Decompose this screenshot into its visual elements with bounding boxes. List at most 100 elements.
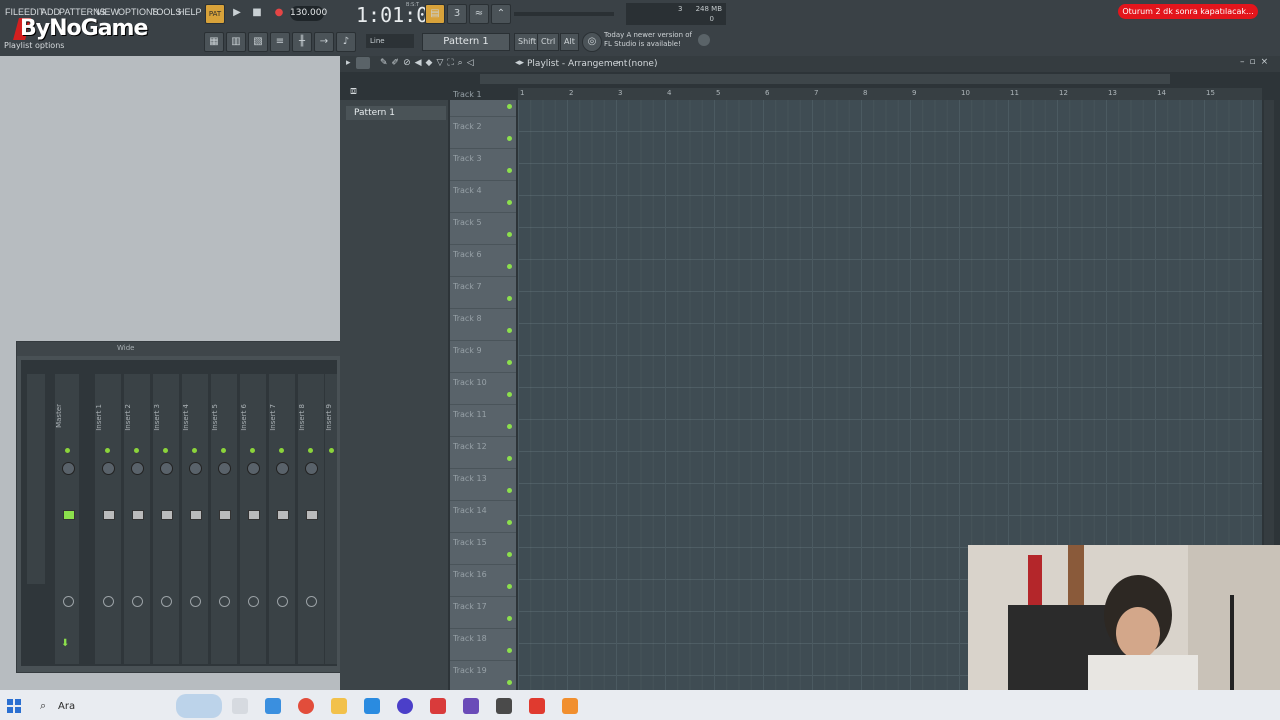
blend-notes-icon[interactable]: ⌃ bbox=[491, 4, 511, 24]
track-header[interactable]: Track 1 bbox=[450, 84, 516, 117]
microphone-icon[interactable]: ♪ bbox=[336, 32, 356, 52]
playlist-icon[interactable]: ▦ bbox=[204, 32, 224, 52]
send-icon[interactable] bbox=[277, 596, 288, 607]
send-icon[interactable] bbox=[306, 596, 317, 607]
mixer-header[interactable]: Wide bbox=[17, 342, 341, 356]
track-mute-led[interactable] bbox=[507, 648, 512, 653]
master-fader[interactable] bbox=[63, 510, 75, 520]
insert-led[interactable] bbox=[192, 448, 197, 453]
metronome-icon[interactable]: ▤ bbox=[425, 4, 445, 24]
master-pan-knob[interactable] bbox=[62, 462, 75, 475]
send-icon[interactable] bbox=[219, 596, 230, 607]
track-mute-led[interactable] bbox=[507, 520, 512, 525]
insert-led[interactable] bbox=[163, 448, 168, 453]
mixer-view-mode[interactable]: Wide bbox=[117, 344, 134, 352]
countdown-icon[interactable]: 3 bbox=[447, 4, 467, 24]
track-header[interactable]: Track 15 bbox=[450, 532, 516, 565]
master-led[interactable] bbox=[65, 448, 70, 453]
windows-start-icon[interactable] bbox=[7, 698, 21, 713]
horizontal-scrollbar[interactable] bbox=[480, 74, 1170, 84]
track-mute-led[interactable] bbox=[507, 424, 512, 429]
send-icon[interactable] bbox=[248, 596, 259, 607]
channel-rack-icon[interactable]: ▧ bbox=[248, 32, 268, 52]
volume-fader[interactable] bbox=[190, 510, 202, 520]
track-header[interactable]: Track 7 bbox=[450, 276, 516, 309]
track-mute-led[interactable] bbox=[507, 136, 512, 141]
magnet-icon[interactable] bbox=[356, 57, 370, 69]
track-mute-led[interactable] bbox=[507, 488, 512, 493]
obs-icon[interactable] bbox=[397, 698, 413, 714]
send-icon[interactable] bbox=[161, 596, 172, 607]
track-mute-led[interactable] bbox=[507, 104, 512, 109]
piano-roll-icon[interactable]: ▥ bbox=[226, 32, 246, 52]
fl-studio-icon[interactable] bbox=[562, 698, 578, 714]
track-header[interactable]: Track 13 bbox=[450, 468, 516, 501]
insert-led[interactable] bbox=[105, 448, 110, 453]
track-header[interactable]: Track 11 bbox=[450, 404, 516, 437]
browser-arrow-icon[interactable]: → bbox=[314, 32, 334, 52]
track-mute-led[interactable] bbox=[507, 680, 512, 685]
insert-led[interactable] bbox=[221, 448, 226, 453]
tempo-display[interactable]: 130.000 bbox=[290, 6, 327, 21]
pattern-song-toggle[interactable]: PAT bbox=[205, 4, 225, 24]
insert-led[interactable] bbox=[134, 448, 139, 453]
record-button[interactable]: ● bbox=[270, 4, 288, 22]
master-fx-icon[interactable] bbox=[63, 596, 74, 607]
playlist-titlebar[interactable]: ▸ ✎✐⊘◀◆▽⛶⌕◁ ◂▸ Playlist - Arrangement › … bbox=[340, 56, 1280, 72]
alt-key-button[interactable]: Alt bbox=[560, 33, 579, 51]
pan-knob[interactable] bbox=[102, 462, 115, 475]
arrangement-arrow-icon[interactable]: ◂▸ bbox=[515, 58, 524, 68]
track-mute-led[interactable] bbox=[507, 328, 512, 333]
pan-knob[interactable] bbox=[131, 462, 144, 475]
volume-fader[interactable] bbox=[248, 510, 260, 520]
pan-knob[interactable] bbox=[305, 462, 318, 475]
news-icon[interactable]: ◎ bbox=[582, 32, 602, 52]
insert-strip-9[interactable]: Insert 9 bbox=[325, 374, 337, 664]
arrow-down-icon[interactable]: ⬇ bbox=[61, 639, 69, 649]
insert-strip-7[interactable]: Insert 7 bbox=[269, 374, 295, 664]
pan-knob[interactable] bbox=[160, 462, 173, 475]
track-header[interactable]: Track 8 bbox=[450, 308, 516, 341]
track-mute-led[interactable] bbox=[507, 584, 512, 589]
volume-fader[interactable] bbox=[277, 510, 289, 520]
master-volume-slider[interactable] bbox=[514, 12, 614, 16]
insert-led[interactable] bbox=[250, 448, 255, 453]
track-header[interactable]: Track 12 bbox=[450, 436, 516, 469]
pan-knob[interactable] bbox=[276, 462, 289, 475]
track-header[interactable]: Track 2 bbox=[450, 116, 516, 149]
track-mute-led[interactable] bbox=[507, 392, 512, 397]
track-mute-led[interactable] bbox=[507, 616, 512, 621]
pattern-selector[interactable]: Pattern 1 bbox=[422, 33, 510, 51]
track-header[interactable]: Track 4 bbox=[450, 180, 516, 213]
track-mute-led[interactable] bbox=[507, 456, 512, 461]
volume-fader[interactable] bbox=[219, 510, 231, 520]
pan-knob[interactable] bbox=[218, 462, 231, 475]
volume-fader[interactable] bbox=[103, 510, 115, 520]
track-mute-led[interactable] bbox=[507, 552, 512, 557]
session-notice-badge[interactable]: Oturum 2 dk sonra kapatılacak... bbox=[1118, 4, 1258, 19]
update-message[interactable]: Today A newer version of FL Studio is av… bbox=[604, 31, 692, 49]
settings-icon[interactable] bbox=[496, 698, 512, 714]
insert-led[interactable] bbox=[279, 448, 284, 453]
snap-select[interactable]: Line bbox=[366, 34, 414, 48]
volume-fader[interactable] bbox=[161, 510, 173, 520]
menu-help[interactable]: HELP bbox=[178, 7, 202, 17]
track-mute-led[interactable] bbox=[507, 360, 512, 365]
insert-strip-1[interactable]: Insert 1 bbox=[95, 374, 121, 664]
stop-button[interactable]: ■ bbox=[248, 4, 266, 22]
track-mute-led[interactable] bbox=[507, 168, 512, 173]
purple-app-icon[interactable] bbox=[463, 698, 479, 714]
ctrl-key-button[interactable]: Ctrl bbox=[537, 33, 560, 51]
menu-tools[interactable]: TOOLS bbox=[151, 7, 181, 17]
playlist-menu-arrow-icon[interactable]: ▸ bbox=[346, 58, 351, 68]
pan-knob[interactable] bbox=[247, 462, 260, 475]
app-icon[interactable] bbox=[364, 698, 380, 714]
volume-fader[interactable] bbox=[132, 510, 144, 520]
track-mute-led[interactable] bbox=[507, 200, 512, 205]
insert-strip-3[interactable]: Insert 3 bbox=[153, 374, 179, 664]
insert-led[interactable] bbox=[308, 448, 313, 453]
search-highlight-image[interactable] bbox=[176, 694, 222, 718]
youtube-icon[interactable] bbox=[529, 698, 545, 714]
track-header[interactable]: Track 6 bbox=[450, 244, 516, 277]
timeline-ruler[interactable]: 1 2 3 4 5 6 7 8 9 10 11 12 13 14 15 bbox=[518, 88, 1262, 100]
